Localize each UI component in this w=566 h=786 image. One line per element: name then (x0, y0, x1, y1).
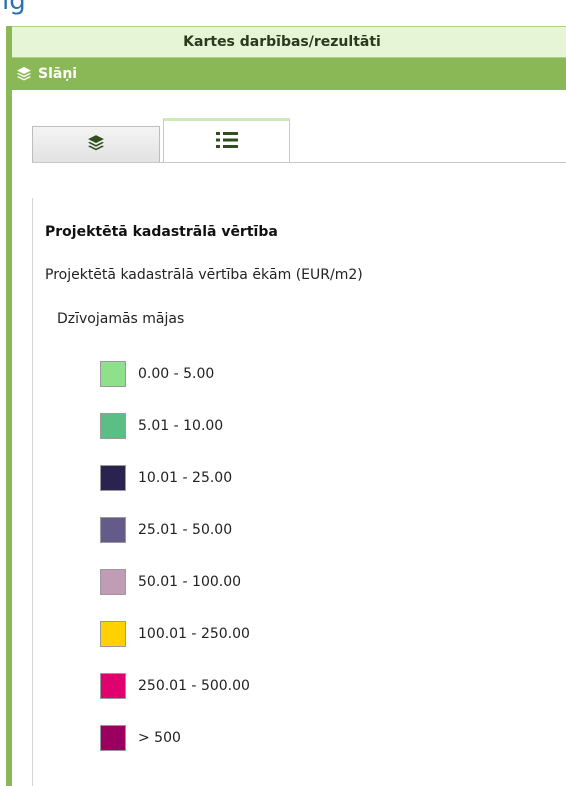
legend-item: 50.01 - 100.00 (100, 556, 566, 608)
layers-bar[interactable]: Slāņi (12, 58, 566, 90)
map-actions-panel: Kartes darbības/rezultāti Slāņi Projektē… (6, 26, 566, 786)
legend-item: 10.01 - 25.00 (100, 452, 566, 504)
legend-item: 25.01 - 50.00 (100, 504, 566, 556)
legend-subtitle: Projektētā kadastrālā vērtība ēkām (EUR/… (45, 267, 363, 283)
page-heading-text: ig (2, 0, 26, 16)
tab-legend[interactable] (163, 118, 290, 163)
tab-layers[interactable] (32, 126, 160, 162)
legend-item-label: 10.01 - 25.00 (138, 470, 233, 486)
layers-label: Slāņi (38, 66, 78, 82)
legend-item-label: 100.01 - 250.00 (138, 626, 250, 642)
panel-content: Projektētā kadastrālā vērtība Projektētā… (12, 96, 566, 786)
legend-swatch (100, 673, 126, 699)
legend-item: 5.01 - 10.00 (100, 400, 566, 452)
legend-swatch (100, 517, 126, 543)
legend-item: 0.00 - 5.00 (100, 348, 566, 400)
panel-title[interactable]: Kartes darbības/rezultāti (12, 26, 566, 58)
page-heading-cut: ig (0, 0, 566, 26)
legend-swatch (100, 621, 126, 647)
legend-items: 0.00 - 5.00 5.01 - 10.00 10.01 - 25.00 2… (45, 348, 566, 764)
layers-icon (16, 66, 32, 82)
legend-swatch (100, 725, 126, 751)
legend-item-label: 25.01 - 50.00 (138, 522, 233, 538)
legend-item-label: 250.01 - 500.00 (138, 678, 250, 694)
legend-item: 250.01 - 500.00 (100, 660, 566, 712)
legend-item: > 500 (100, 712, 566, 764)
legend-swatch (100, 569, 126, 595)
layers-icon (86, 134, 106, 156)
legend-item-label: 5.01 - 10.00 (138, 418, 224, 434)
legend-title: Projektētā kadastrālā vērtība (45, 224, 278, 240)
legend-item-label: 0.00 - 5.00 (138, 366, 215, 382)
list-icon (215, 130, 239, 154)
legend-group-label: Dzīvojamās mājas (57, 311, 185, 327)
tab-divider (32, 162, 566, 163)
legend-swatch (100, 465, 126, 491)
legend-item-label: 50.01 - 100.00 (138, 574, 242, 590)
legend-swatch (100, 413, 126, 439)
legend: Projektētā kadastrālā vērtība Projektētā… (32, 198, 566, 786)
tab-strip (32, 118, 566, 163)
legend-item: 100.01 - 250.00 (100, 608, 566, 660)
legend-swatch (100, 361, 126, 387)
legend-item-label: > 500 (138, 730, 181, 746)
